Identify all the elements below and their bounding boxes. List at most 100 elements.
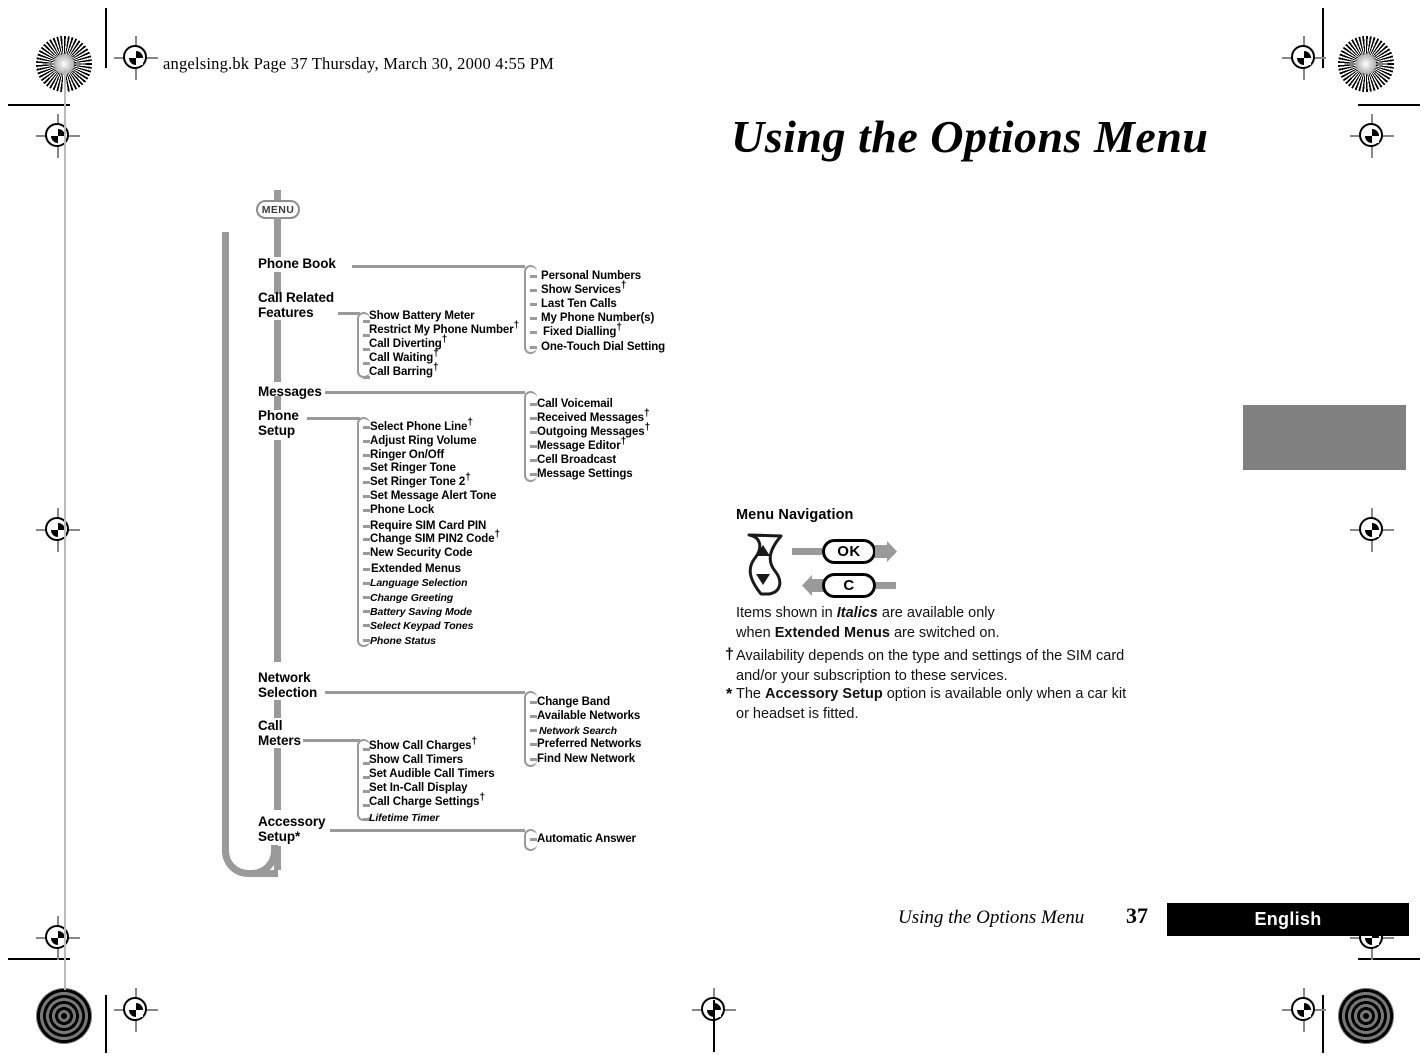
clear-key[interactable]: C [822,573,876,598]
submenu-item-new-security-code[interactable]: New Security Code [370,547,473,559]
submenu-item-show-services[interactable]: Show Services† [541,281,626,296]
tick [530,715,537,718]
submenu-item-automatic-answer[interactable]: Automatic Answer [537,833,636,845]
trim-line-left-edge [64,70,66,990]
submenu-item-set-ringer-tone-2[interactable]: Set Ringer Tone 2† [370,473,471,488]
footer-language-bar: English [1167,903,1409,936]
submenu-item-one-touch-dial-setting[interactable]: One-Touch Dial Setting [541,341,665,353]
registration-crosshair-top-left-lower [36,114,80,158]
submenu-item-battery-saving-mode[interactable]: Battery Saving Mode [370,606,472,618]
label: Show Call Timers [369,754,464,766]
tick [530,701,537,704]
registration-crosshair-top-left-upper [114,36,158,80]
trim-line-top-right-h [1358,104,1420,106]
submenu-item-set-in-call-display[interactable]: Set In-Call Display [369,782,468,794]
label: Call Barring [369,366,433,378]
menu-item-phone-setup[interactable]: Phone Setup [258,408,299,438]
menu-item-messages[interactable]: Messages [258,384,322,399]
submenu-item-select-keypad-tones[interactable]: Select Keypad Tones [370,620,473,632]
label: My Phone Number(s) [541,312,655,324]
label: Require SIM Card PIN [370,520,487,532]
footer-page-number: 37 [1126,903,1148,928]
menu-item-network-selection[interactable]: Network Selection [258,670,317,700]
submenu-item-outgoing-messages[interactable]: Outgoing Messages† [537,423,650,438]
label: Change Greeting [370,592,454,604]
submenu-item-extended-menus[interactable]: Extended Menus [371,563,461,575]
bracket-phone-book [524,265,540,354]
label: Call Voicemail [537,398,613,410]
submenu-item-message-settings[interactable]: Message Settings [537,468,633,480]
label: Show Call Charges [369,740,472,752]
submenu-item-cell-broadcast[interactable]: Cell Broadcast [537,454,616,466]
submenu-item-show-call-charges[interactable]: Show Call Charges† [369,737,477,752]
navigation-rocker-key[interactable] [737,531,789,597]
submenu-item-lifetime-timer[interactable]: Lifetime Timer [369,812,439,824]
submenu-item-require-sim-card-pin[interactable]: Require SIM Card PIN [370,520,486,532]
registration-crosshair-bottom-right-lower [1282,988,1326,1032]
tick [530,346,537,349]
label: Lifetime Timer [369,812,440,824]
submenu-item-last-ten-calls[interactable]: Last Ten Calls [541,298,617,310]
submenu-item-show-battery-meter[interactable]: Show Battery Meter [369,310,475,322]
tick [530,317,537,320]
tick [530,417,537,420]
registration-crosshair-top-right-lower [1350,114,1394,158]
submenu-item-phone-status[interactable]: Phone Status [370,635,436,647]
tick [363,481,370,484]
submenu-item-message-editor[interactable]: Message Editor† [537,437,626,452]
submenu-item-set-audible-call-timers[interactable]: Set Audible Call Timers [369,768,495,780]
submenu-item-language-selection[interactable]: Language Selection [370,577,467,589]
clear-connector-bar-right [876,582,896,589]
thumb-tab-marker [1243,405,1406,470]
submenu-item-network-search[interactable]: Network Search [539,725,617,737]
label: Set Audible Call Timers [369,768,495,780]
label: Received Messages [537,412,644,424]
submenu-item-available-networks[interactable]: Available Networks [537,710,640,722]
submenu-item-change-sim-pin2-code[interactable]: Change SIM PIN2 Code† [370,530,500,545]
tick [530,331,537,334]
tick [530,403,537,406]
registration-crosshair-bottom-left-upper [36,916,80,960]
tick [363,552,370,555]
submenu-item-show-call-timers[interactable]: Show Call Timers [369,754,463,766]
label: One-Touch Dial Setting [541,341,666,353]
clear-left-arrow-icon [802,575,824,601]
tick [363,568,370,571]
label: Last Ten Calls [541,298,617,310]
note-italics: Items shown in Italics are available onl… [736,605,1000,641]
submenu-item-call-charge-settings[interactable]: Call Charge Settings† [369,793,485,808]
submenu-item-phone-lock[interactable]: Phone Lock [370,504,434,516]
spine-segment-2 [274,320,281,382]
submenu-item-call-barring[interactable]: Call Barring† [369,363,439,378]
registration-starburst-top-right [1338,36,1394,92]
submenu-item-fixed-dialling[interactable]: Fixed Dialling† [543,323,622,338]
submenu-item-ringer-on-off[interactable]: Ringer On/Off [370,449,444,461]
submenu-item-adjust-ring-volume[interactable]: Adjust Ring Volume [370,435,477,447]
registration-rings-bottom-right [1338,988,1394,1044]
menu-item-call-related-features[interactable]: Call Related Features [258,290,334,320]
trim-line-top-left-v [105,8,107,68]
trim-line-bottom-center [713,1000,715,1052]
submenu-item-set-ringer-tone[interactable]: Set Ringer Tone [370,462,456,474]
menu-item-accessory-setup[interactable]: Accessory Setup* [258,814,326,844]
tick [530,743,537,746]
menu-item-phone-book[interactable]: Phone Book [258,256,336,271]
label: Call Waiting [369,352,434,364]
submenu-item-change-band[interactable]: Change Band [537,696,610,708]
submenu-item-call-voicemail[interactable]: Call Voicemail [537,398,613,410]
submenu-item-change-greeting[interactable]: Change Greeting [370,592,453,604]
connector-call-related [338,312,360,315]
submenu-item-my-phone-numbers[interactable]: My Phone Number(s) [541,312,654,324]
menu-item-call-meters[interactable]: Call Meters [258,718,301,748]
ok-key[interactable]: OK [822,539,876,564]
submenu-item-preferred-networks[interactable]: Preferred Networks [537,738,641,750]
submenu-item-set-message-alert-tone[interactable]: Set Message Alert Tone [370,490,496,502]
submenu-item-received-messages[interactable]: Received Messages† [537,409,650,424]
label: Call Charge Settings [369,796,480,808]
label: Cell Broadcast [537,454,617,466]
tick [530,459,537,462]
submenu-item-select-phone-line[interactable]: Select Phone Line† [370,418,473,433]
submenu-item-call-waiting[interactable]: Call Waiting† [369,349,439,364]
submenu-item-find-new-network[interactable]: Find New Network [537,753,635,765]
tick [530,289,537,292]
